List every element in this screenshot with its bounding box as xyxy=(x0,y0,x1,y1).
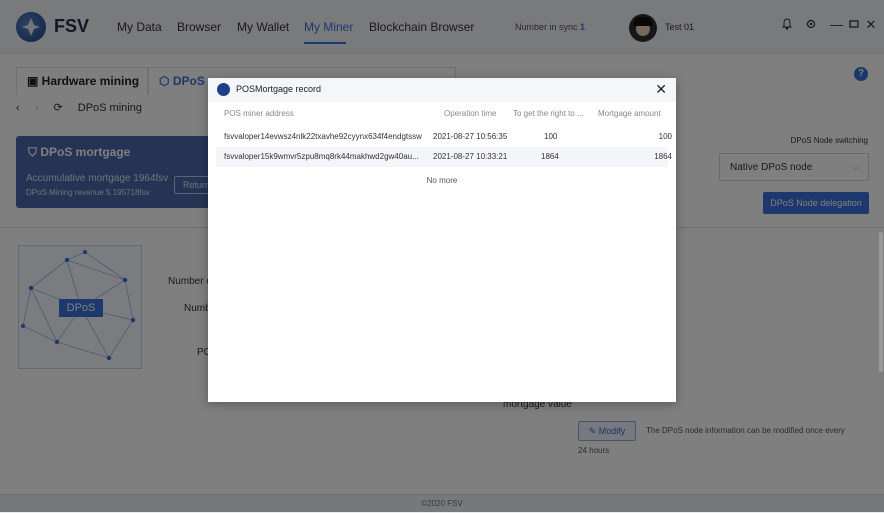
cell-right: 1864 xyxy=(541,152,559,161)
column-header-mortgage-amount: Mortgage amount xyxy=(598,109,661,118)
column-header-operation-time: Operation time xyxy=(444,109,497,118)
table-row[interactable]: fsvvaloper14evwsz4nlk22txavhe92cyynx634f… xyxy=(216,127,672,147)
column-header-miner-address: POS miner address xyxy=(224,109,294,118)
table-row[interactable]: fsvvaloper15k9wmvr5zpu8mq8rk44makhwd2gw4… xyxy=(216,147,672,167)
cell-mortgage-amount: 100 xyxy=(658,132,672,141)
page-scrollbar[interactable] xyxy=(879,232,883,372)
cell-right: 100 xyxy=(544,132,558,141)
cell-operation-time: 2021-08-27 10:56:35 xyxy=(433,132,508,141)
cell-operation-time: 2021-08-27 10:33:21 xyxy=(433,152,508,161)
dialog-header: POSMortgage record ✕ xyxy=(208,78,676,102)
cell-mortgage-amount: 1864 xyxy=(654,152,672,161)
column-header-right: To get the right to ... xyxy=(513,109,584,118)
cell-miner-address: fsvvaloper15k9wmvr5zpu8mq8rk44makhwd2gw4… xyxy=(224,152,419,161)
pos-mortgage-record-dialog: POSMortgage record ✕ POS miner address O… xyxy=(208,78,676,402)
cell-miner-address: fsvvaloper14evwsz4nlk22txavhe92cyynx634f… xyxy=(224,132,422,141)
close-icon[interactable]: ✕ xyxy=(655,81,667,97)
dialog-title: POSMortgage record xyxy=(236,84,322,94)
fsv-logo-icon xyxy=(217,83,230,96)
no-more-text: No more xyxy=(426,176,458,185)
